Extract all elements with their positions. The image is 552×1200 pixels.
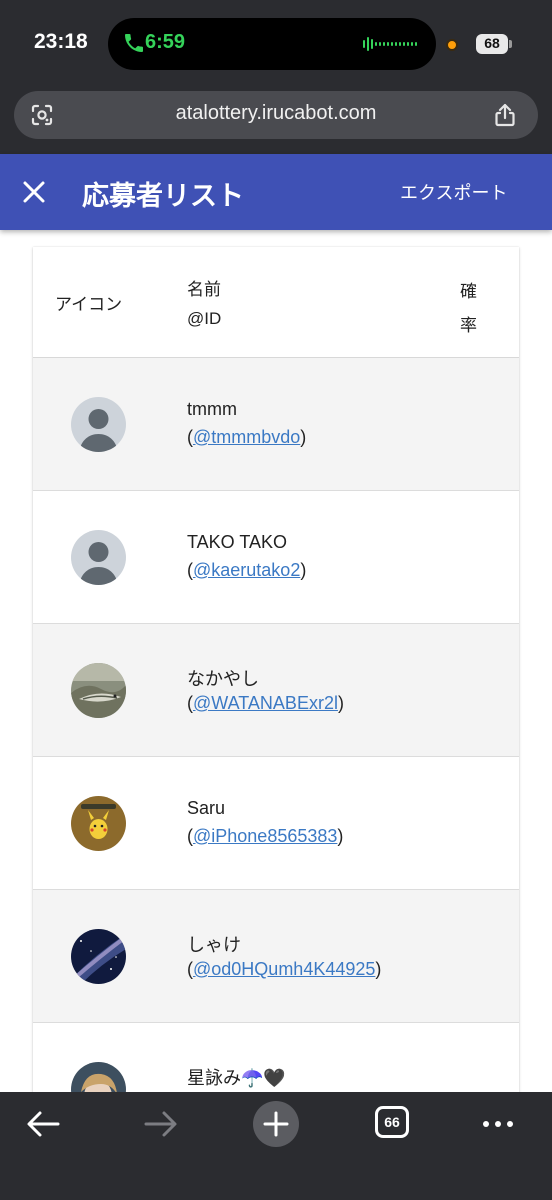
- probability-header-char: 率: [460, 316, 477, 336]
- applicant-id: (@iPhone8565383): [187, 826, 344, 846]
- more-options-icon[interactable]: [478, 1106, 518, 1142]
- applicant-id: (@tmmmbvdo): [187, 427, 307, 447]
- applicant-name: しゃけ: [187, 935, 241, 955]
- applicant-name: 星詠み☂️🖤: [187, 1068, 286, 1088]
- applicant-id-link[interactable]: @WATANABExr2l: [193, 693, 338, 713]
- status-time: 23:18: [34, 30, 88, 53]
- column-header-probability: 確 率: [460, 275, 482, 343]
- table-row: Saru (@iPhone8565383): [33, 757, 519, 890]
- avatar: [71, 397, 126, 452]
- pikachu-avatar-icon: [71, 796, 126, 851]
- url-text[interactable]: atalottery.irucabot.com: [14, 102, 538, 125]
- forward-arrow-icon[interactable]: [140, 1106, 180, 1142]
- app-bar: 応募者リスト エクスポート: [0, 154, 552, 230]
- table-row: しゃけ (@od0HQumh4K44925): [33, 890, 519, 1023]
- table-header: アイコン 名前 @ID 確 率: [33, 247, 519, 358]
- battery-indicator: 68: [476, 34, 512, 54]
- applicant-id-link[interactable]: @kaerutako2: [193, 560, 300, 580]
- avatar: [71, 663, 126, 718]
- share-icon[interactable]: [492, 102, 518, 128]
- address-bar[interactable]: atalottery.irucabot.com: [14, 91, 538, 139]
- battery-level: 68: [484, 35, 500, 51]
- galaxy-avatar-icon: [71, 929, 126, 984]
- back-arrow-icon[interactable]: [24, 1106, 64, 1142]
- applicant-table: アイコン 名前 @ID 確 率 tmmm (@tmmmbvdo) TAKO TA…: [33, 247, 519, 1156]
- phone-icon: [125, 34, 143, 52]
- battery-tip: [509, 40, 512, 48]
- browser-bottom-toolbar: 66: [0, 1092, 552, 1200]
- column-header-name: 名前: [187, 280, 221, 300]
- page-title: 応募者リスト: [82, 181, 244, 212]
- applicant-id-link[interactable]: @iPhone8565383: [193, 826, 337, 846]
- avatar: [71, 530, 126, 585]
- probability-header-char: 確: [460, 282, 477, 302]
- default-avatar-icon: [71, 397, 126, 452]
- avatar: [71, 929, 126, 984]
- browser-top-chrome: 23:18 6:59 68 atalottery.irucabot.com: [0, 0, 552, 154]
- tab-switcher-button[interactable]: 66: [375, 1106, 409, 1138]
- applicant-name: なかやし: [187, 669, 259, 689]
- applicant-id: (@od0HQumh4K44925): [187, 959, 382, 979]
- applicant-id-link[interactable]: @od0HQumh4K44925: [193, 959, 375, 979]
- applicant-name: tmmm: [187, 399, 237, 419]
- audio-wave-icon: [363, 37, 417, 51]
- applicant-id: (@WATANABExr2l): [187, 693, 344, 713]
- applicant-name: TAKO TAKO: [187, 532, 288, 552]
- applicant-id-link[interactable]: @tmmmbvdo: [193, 427, 300, 447]
- dynamic-island-call[interactable]: 6:59: [108, 18, 436, 70]
- column-header-icon: アイコン: [55, 295, 123, 315]
- avatar: [71, 796, 126, 851]
- table-row: TAKO TAKO (@kaerutako2): [33, 491, 519, 624]
- call-duration: 6:59: [145, 31, 186, 53]
- applicant-id: (@kaerutako2): [187, 560, 307, 580]
- table-row: tmmm (@tmmmbvdo): [33, 358, 519, 491]
- export-button[interactable]: エクスポート: [400, 179, 507, 205]
- default-avatar-icon: [71, 530, 126, 585]
- new-tab-icon[interactable]: [252, 1100, 300, 1148]
- close-icon[interactable]: [20, 178, 48, 206]
- applicant-name: Saru: [187, 798, 226, 818]
- table-row: なかやし (@WATANABExr2l): [33, 624, 519, 757]
- fish-photo-avatar-icon: [71, 663, 126, 718]
- column-header-id: @ID: [187, 309, 222, 328]
- mic-indicator-dot: [446, 39, 458, 51]
